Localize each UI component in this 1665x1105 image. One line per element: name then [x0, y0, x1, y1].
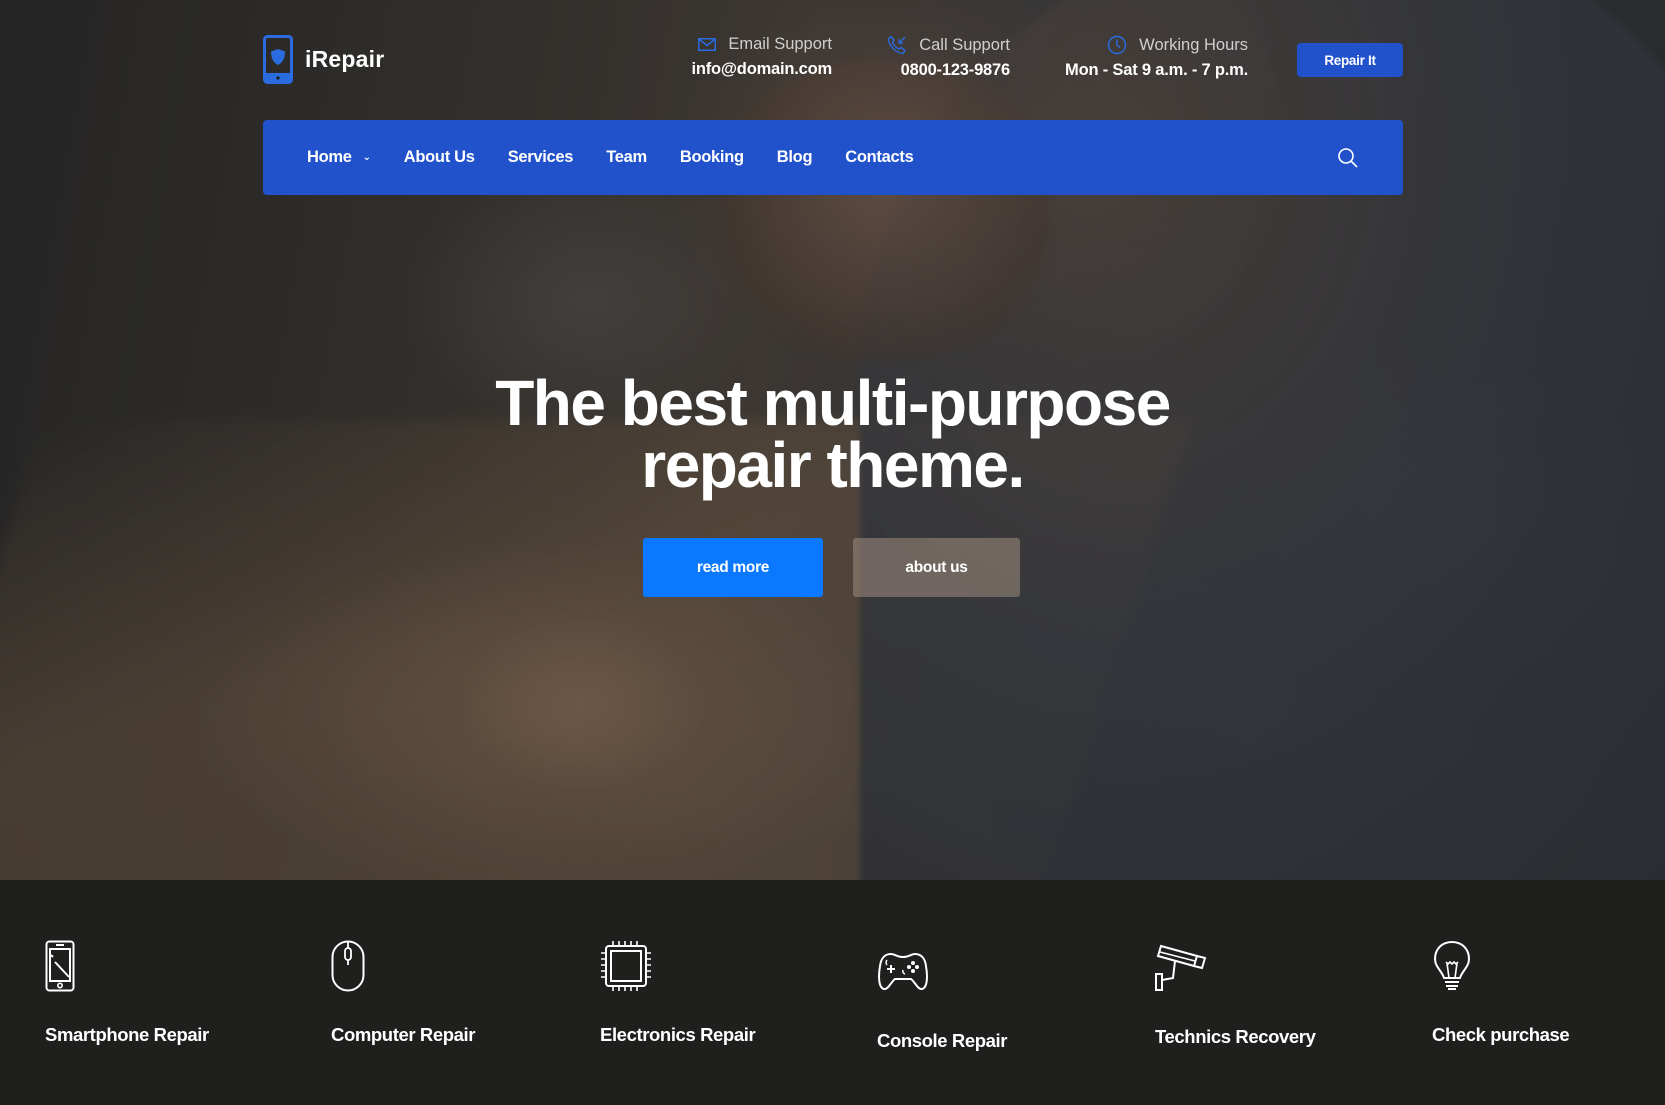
- hero-background-hand: [450, 600, 710, 800]
- chevron-down-icon: ⌄: [362, 152, 371, 163]
- brand-name: iRepair: [305, 46, 385, 72]
- contact-hours: Working Hours Mon - Sat 9 a.m. - 7 p.m.: [1065, 35, 1248, 80]
- feature-label: Technics Recovery: [1155, 1026, 1316, 1047]
- nav-item-label: Services: [507, 148, 574, 166]
- hero-title: The best multi-purpose repair theme.: [0, 371, 1665, 497]
- feature-smartphone-repair[interactable]: Smartphone Repair: [45, 940, 209, 1046]
- nav-item-label: Blog: [776, 148, 813, 166]
- feature-label: Electronics Repair: [600, 1024, 756, 1045]
- main-nav: Home ⌄ About Us Services Team Booking Bl…: [263, 120, 1403, 195]
- nav-item-home[interactable]: Home ⌄: [307, 148, 371, 167]
- nav-item-booking[interactable]: Booking: [680, 148, 744, 167]
- mouse-icon: [331, 940, 365, 992]
- nav-item-label: Team: [606, 148, 647, 166]
- chip-icon: [601, 941, 651, 991]
- gamepad-icon: [878, 952, 928, 991]
- feature-check-purchase[interactable]: Check purchase: [1432, 940, 1570, 1046]
- contact-email: Email Support info@domain.com: [691, 35, 832, 79]
- nav-item-services[interactable]: Services: [508, 148, 574, 167]
- contact-email-title: Email Support: [728, 35, 832, 53]
- repair-it-button[interactable]: Repair It: [1297, 43, 1403, 77]
- feature-computer-repair[interactable]: Computer Repair: [331, 940, 475, 1046]
- nav-item-team[interactable]: Team: [606, 148, 647, 167]
- hero-buttons: read more about us: [643, 538, 1020, 597]
- feature-label: Computer Repair: [331, 1024, 476, 1045]
- feature-label: Smartphone Repair: [45, 1024, 209, 1045]
- feature-label: Console Repair: [877, 1030, 1008, 1051]
- contact-hours-value: Mon - Sat 9 a.m. - 7 p.m.: [1065, 61, 1248, 79]
- read-more-button[interactable]: read more: [643, 538, 823, 597]
- lightbulb-icon: [1433, 940, 1471, 990]
- hero-background-face: [720, 60, 1050, 360]
- phone-call-icon: [887, 35, 906, 55]
- nav-item-label: About Us: [403, 148, 475, 166]
- nav-item-blog[interactable]: Blog: [776, 148, 813, 167]
- nav-item-about-us[interactable]: About Us: [404, 148, 475, 167]
- feature-electronics-repair[interactable]: Electronics Repair: [600, 940, 756, 1046]
- features-section: Smartphone Repair Computer Repair Electr…: [0, 880, 1665, 1105]
- feature-console-repair[interactable]: Console Repair: [877, 940, 1008, 1052]
- search-icon[interactable]: [1337, 147, 1359, 169]
- contact-hours-title: Working Hours: [1139, 35, 1248, 54]
- about-us-button[interactable]: about us: [853, 538, 1020, 597]
- contact-call-title: Call Support: [919, 35, 1010, 54]
- nav-item-label: Booking: [679, 148, 744, 166]
- smartphone-icon: [45, 940, 75, 992]
- feature-label: Check purchase: [1432, 1024, 1570, 1045]
- envelope-icon: [698, 38, 717, 51]
- nav-item-contacts[interactable]: Contacts: [845, 148, 914, 167]
- nav-item-label: Contacts: [845, 148, 914, 166]
- logo[interactable]: iRepair: [263, 35, 384, 84]
- camera-icon: [1155, 944, 1207, 991]
- contact-call: Call Support 0800-123-9876: [887, 35, 1010, 80]
- contact-email-value[interactable]: info@domain.com: [691, 60, 832, 79]
- contact-call-value[interactable]: 0800-123-9876: [887, 61, 1011, 80]
- hero-title-line-2: repair theme.: [641, 429, 1025, 501]
- feature-technics-recovery[interactable]: Technics Recovery: [1155, 940, 1316, 1048]
- phone-shield-icon: [263, 35, 293, 84]
- clock-icon: [1107, 35, 1127, 55]
- top-header: iRepair Email Support info@domain.com Ca…: [263, 35, 1403, 85]
- nav-item-label: Home: [307, 148, 352, 166]
